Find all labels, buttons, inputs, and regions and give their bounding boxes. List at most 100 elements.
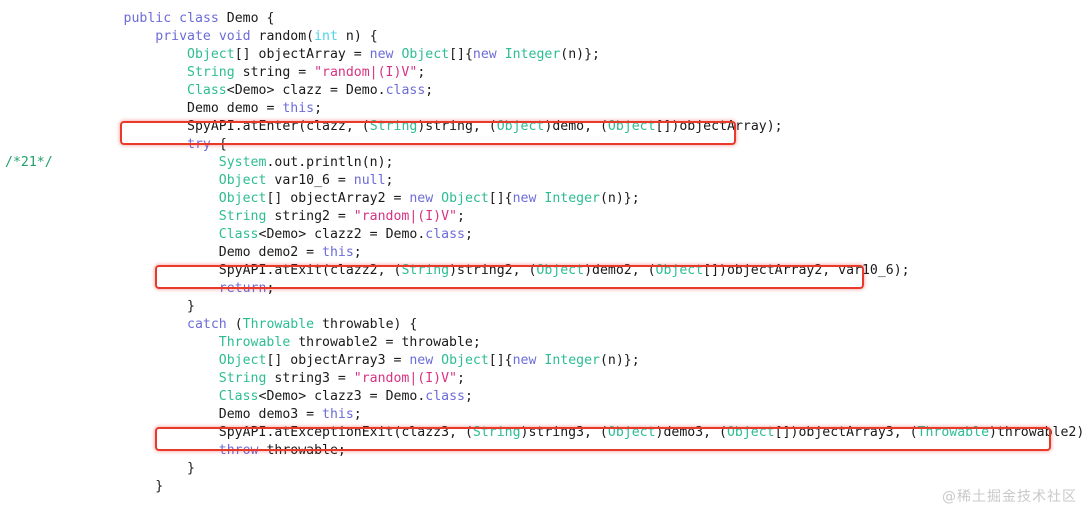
code-line[interactable]: Demo demo = this;: [0, 100, 1087, 118]
code-line-spy-at-enter[interactable]: SpyAPI.atEnter(clazz, (String)string, (O…: [0, 118, 1087, 136]
code-line[interactable]: private void random(int n) {: [0, 28, 1087, 46]
token-type: Throwable: [242, 317, 315, 332]
code-line-text: System.out.println(n);: [218, 155, 394, 170]
code-line[interactable]: String string2 = "random|(I)V";: [0, 208, 1087, 226]
code-line[interactable]: String string = "random|(I)V";: [0, 64, 1087, 82]
token-keyword: return: [218, 281, 267, 296]
code-line[interactable]: catch (Throwable throwable) {: [0, 316, 1087, 334]
token-identifier: Demo: [218, 407, 251, 422]
code-line-text: }: [60, 299, 195, 314]
code-line-text: private void random(int n) {: [155, 29, 378, 44]
code-line-text: try {: [187, 137, 227, 152]
code-line[interactable]: Object[] objectArray2 = new Object[]{new…: [0, 190, 1087, 208]
token-type: Object: [187, 47, 235, 62]
token-identifier: Demo: [385, 227, 418, 242]
code-line-text: Throwable throwable2 = throwable;: [218, 335, 481, 350]
code-line-text: String string3 = "random|(I)V";: [218, 371, 465, 386]
code-line-text: Demo demo = this;: [187, 101, 323, 116]
token-keyword: class: [179, 11, 219, 26]
token-method: atExit: [274, 263, 323, 278]
token-identifier: Demo: [226, 11, 259, 26]
token-type: String: [401, 263, 450, 278]
token-identifier: Demo: [187, 101, 219, 116]
token-keyword: catch: [187, 317, 227, 332]
token-method: atExceptionExit: [274, 425, 394, 440]
token-type: Object: [218, 173, 267, 188]
code-line[interactable]: Class<Demo> clazz2 = Demo.class;: [0, 226, 1087, 244]
token-identifier: SpyAPI: [187, 119, 235, 134]
token-type: Integer: [544, 353, 600, 368]
token-type: String: [218, 371, 267, 386]
token-identifier: Demo: [218, 245, 251, 260]
token-type: String: [218, 209, 267, 224]
token-method: atEnter: [242, 119, 299, 134]
code-line-text: SpyAPI.atEnter(clazz, (String)string, (O…: [187, 119, 783, 134]
token-type: Throwable: [917, 425, 990, 440]
code-viewer[interactable]: public class Demo { private void random(…: [0, 0, 1087, 514]
token-keyword: throw: [218, 443, 259, 458]
code-line[interactable]: Demo demo2 = this;: [0, 244, 1087, 262]
token-identifier: Demo: [266, 389, 299, 404]
token-type: Object: [441, 353, 489, 368]
code-line-text: Class<Demo> clazz = Demo.class;: [187, 83, 434, 98]
code-line[interactable]: Throwable throwable2 = throwable;: [0, 334, 1087, 352]
token-type: String: [369, 119, 418, 134]
token-keyword: new: [512, 353, 537, 368]
token-keyword: new: [409, 191, 434, 206]
token-keyword: this: [322, 407, 354, 422]
token-type: Object: [607, 119, 656, 134]
code-line-text: Demo demo3 = this;: [218, 407, 362, 422]
token-string-literal: "random|(I)V": [353, 209, 457, 224]
token-type: Throwable: [218, 335, 291, 350]
code-line-spy-at-exit[interactable]: SpyAPI.atExit(clazz2, (String)string2, (…: [0, 262, 1087, 280]
code-line-text: Object var10_6 = null;: [218, 173, 394, 188]
token-type: Class: [218, 389, 259, 404]
token-identifier: Demo: [345, 83, 378, 98]
token-type: Object: [607, 425, 656, 440]
code-line-text: public class Demo {: [123, 11, 275, 26]
code-line[interactable]: }: [0, 460, 1087, 478]
token-type: System: [218, 155, 267, 170]
code-line[interactable]: try {: [0, 136, 1087, 154]
code-line-text: Class<Demo> clazz3 = Demo.class;: [218, 389, 473, 404]
code-line[interactable]: throw throwable;: [0, 442, 1087, 460]
code-line-text: String string2 = "random|(I)V";: [218, 209, 465, 224]
code-line[interactable]: Object[] objectArray = new Object[]{new …: [0, 46, 1087, 64]
code-line-text: SpyAPI.atExceptionExit(clazz3, (String)s…: [218, 425, 1087, 440]
code-line-spy-at-exception-exit[interactable]: SpyAPI.atExceptionExit(clazz3, (String)s…: [0, 424, 1087, 442]
token-type: Class: [218, 227, 259, 242]
token-type: String: [187, 65, 235, 80]
token-type: Object: [726, 425, 775, 440]
watermark: @稀土掘金技术社区: [942, 489, 1077, 505]
code-line-text: String string = "random|(I)V";: [187, 65, 426, 80]
token-identifier: Demo: [385, 389, 418, 404]
token-type: Integer: [544, 191, 600, 206]
code-line[interactable]: }: [0, 478, 1087, 496]
token-string-literal: "random|(I)V": [353, 371, 457, 386]
token-keyword: null: [353, 173, 386, 188]
code-line[interactable]: Demo demo3 = this;: [0, 406, 1087, 424]
token-type: Object: [218, 353, 267, 368]
token-keyword: void: [218, 29, 251, 44]
token-type: Object: [441, 191, 489, 206]
token-identifier: SpyAPI: [218, 425, 267, 440]
code-line-text: throw throwable;: [218, 443, 346, 458]
token-type: Integer: [504, 47, 561, 62]
code-line[interactable]: public class Demo {: [0, 10, 1087, 28]
code-line-text: }: [60, 461, 195, 476]
code-line[interactable]: Object var10_6 = null;: [0, 172, 1087, 190]
code-line[interactable]: String string3 = "random|(I)V";: [0, 370, 1087, 388]
token-keyword: public: [123, 11, 172, 26]
code-line[interactable]: Class<Demo> clazz = Demo.class;: [0, 82, 1087, 100]
token-keyword: new: [409, 353, 434, 368]
token-keyword: private: [155, 29, 211, 44]
code-line[interactable]: Object[] objectArray3 = new Object[]{new…: [0, 352, 1087, 370]
token-keyword: try: [187, 137, 211, 152]
code-line-text: Object[] objectArray3 = new Object[]{new…: [218, 353, 640, 368]
token-primitive: int: [314, 29, 338, 44]
code-line[interactable]: return;: [0, 280, 1087, 298]
code-line-text: Object[] objectArray2 = new Object[]{new…: [218, 191, 640, 206]
code-line[interactable]: Class<Demo> clazz3 = Demo.class;: [0, 388, 1087, 406]
code-line[interactable]: /*21*/ System.out.println(n);: [0, 154, 1087, 172]
code-line[interactable]: }: [0, 298, 1087, 316]
